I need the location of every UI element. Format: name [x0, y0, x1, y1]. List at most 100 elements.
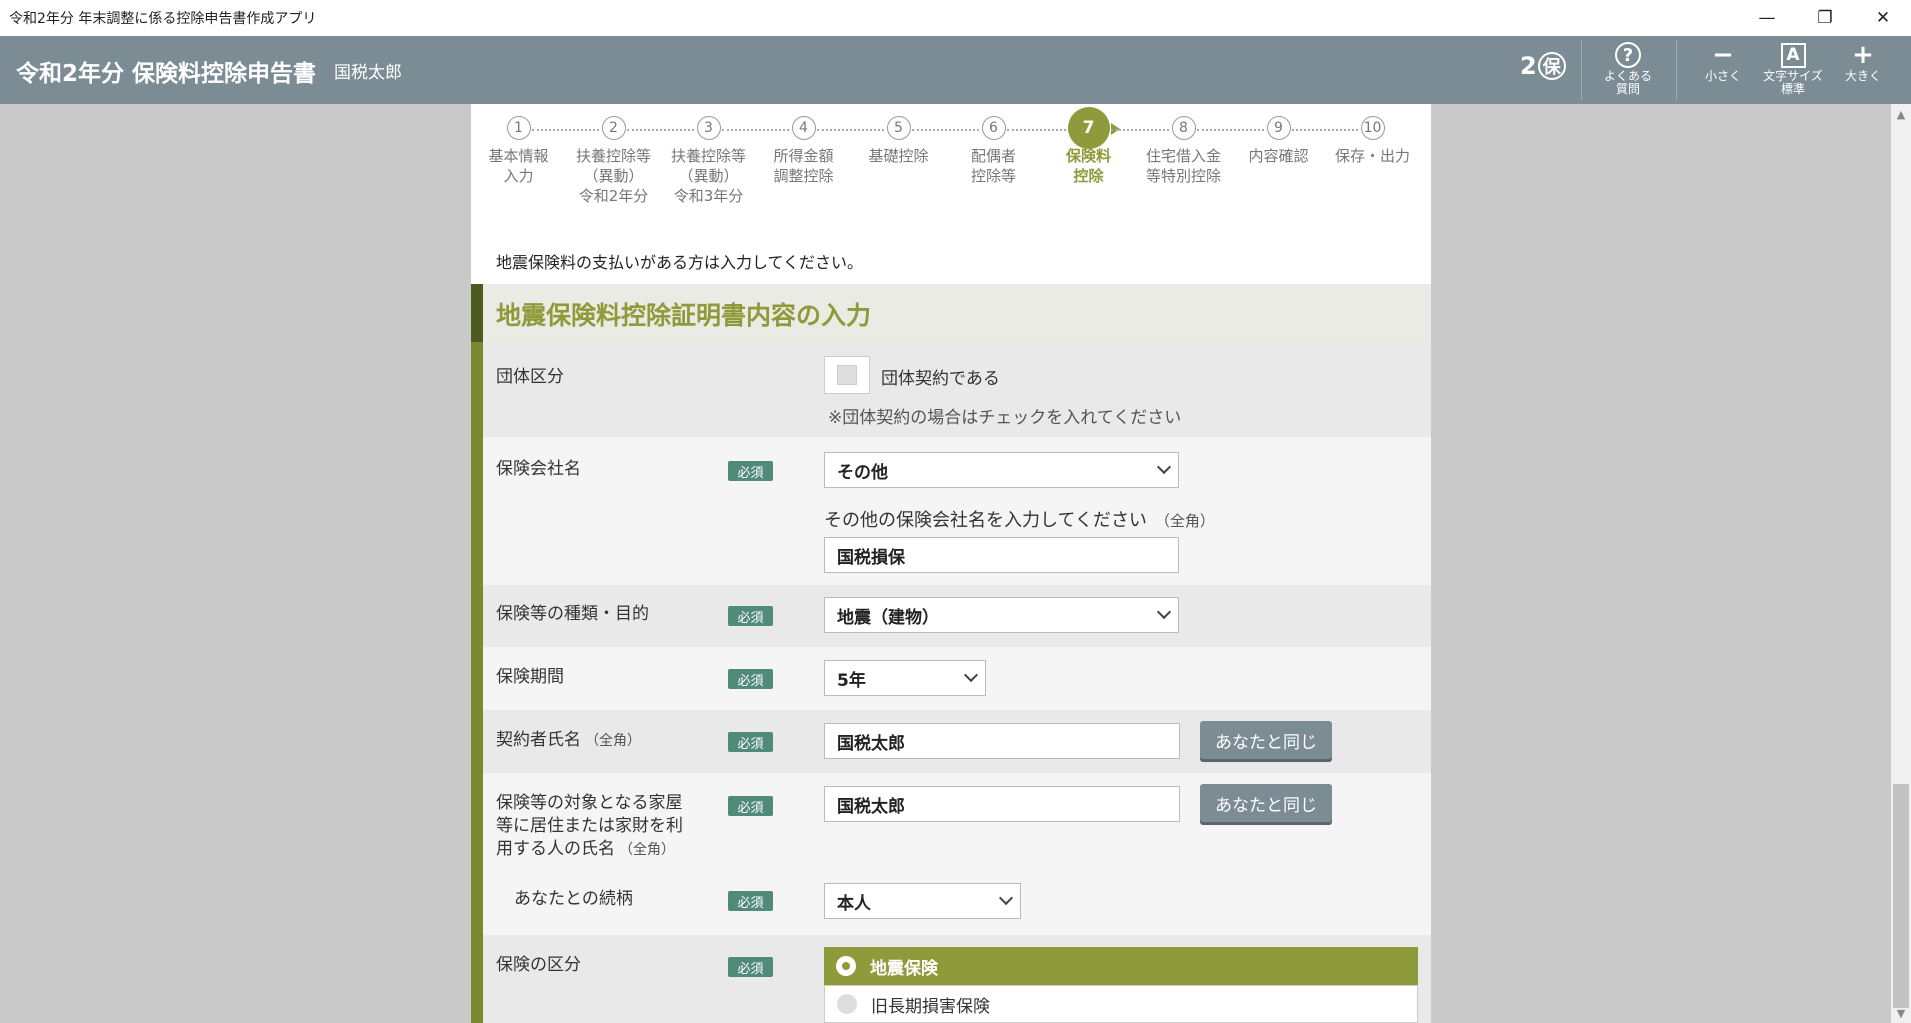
- same-as-you-button[interactable]: あなたと同じ: [1200, 721, 1332, 759]
- step-6[interactable]: 6 配偶者 控除等: [946, 116, 1041, 186]
- earthquake-form-section: 地震保険料控除証明書内容の入力 団体区分 団体契約である ※団体契約の場合はチェ…: [471, 284, 1431, 1023]
- group-label: 団体区分: [496, 367, 564, 387]
- other-company-input[interactable]: 国税損保: [824, 537, 1179, 573]
- group-note: ※団体契約の場合はチェックを入れてください: [828, 408, 1182, 428]
- required-badge: 必須: [728, 606, 773, 626]
- question-icon: ?: [1615, 42, 1641, 68]
- same-as-you-button[interactable]: あなたと同じ: [1200, 784, 1332, 822]
- step-connector: [722, 129, 789, 131]
- step-label: 内容確認: [1248, 147, 1309, 165]
- step-label: 所得金額 調整控除: [773, 147, 834, 185]
- badge-icon: 保: [1537, 52, 1566, 80]
- radio-unselected-icon: [837, 994, 857, 1014]
- window-title: 令和2年分 年末調整に係る控除申告書作成アプリ: [9, 11, 317, 27]
- relation-select[interactable]: 本人: [824, 883, 1021, 919]
- radio-old-long-term-insurance[interactable]: 旧長期損害保険: [824, 985, 1418, 1023]
- insurance-type-select[interactable]: 地震（建物）: [824, 597, 1179, 633]
- required-badge: 必須: [728, 796, 773, 816]
- contractor-name-value: 国税太郎: [837, 733, 905, 754]
- fullwidth-hint: （全角）: [1154, 512, 1215, 530]
- radio-label: 地震保険: [870, 958, 938, 979]
- badge-number: 2: [1520, 52, 1537, 80]
- step-number: 7: [1067, 107, 1110, 149]
- step-7[interactable]: 7 保険料 控除: [1041, 107, 1136, 186]
- font-larger-button[interactable]: + 大きく: [1828, 40, 1898, 100]
- radio-earthquake-insurance[interactable]: 地震保険: [824, 947, 1418, 985]
- fontsize-label: 文字サイズ 標準: [1763, 69, 1823, 96]
- step-label: 住宅借入金 等特別控除: [1145, 147, 1221, 185]
- step-label: 基本情報 入力: [488, 147, 549, 185]
- company-select[interactable]: その他: [824, 452, 1179, 488]
- intro-text: 地震保険料の支払いがある方は入力してください。: [496, 253, 864, 272]
- insurance-type-label: 保険等の種類・目的: [496, 604, 649, 624]
- step-connector: [817, 129, 884, 131]
- step-number: 9: [1266, 116, 1291, 140]
- font-size-standard-button[interactable]: A 文字サイズ 標準: [1758, 40, 1828, 100]
- restore-button[interactable]: ❐: [1797, 0, 1853, 36]
- step-5[interactable]: 5 基礎控除: [851, 116, 946, 166]
- step-9[interactable]: 9 内容確認: [1231, 116, 1326, 166]
- chevron-down-icon: [1156, 604, 1172, 620]
- group-contract-checkbox[interactable]: [824, 356, 870, 394]
- close-button[interactable]: ✕: [1855, 0, 1911, 36]
- company-label: 保険会社名: [496, 459, 581, 479]
- smaller-label: 小さく: [1704, 69, 1741, 83]
- radio-label: 旧長期損害保険: [871, 996, 990, 1017]
- radio-selected-icon: [836, 956, 856, 976]
- insurance-period-select[interactable]: 5年: [824, 660, 986, 696]
- step-connector: [1292, 129, 1358, 131]
- insurance-type-row: 保険等の種類・目的 必須 地震（建物）: [483, 585, 1431, 647]
- user-name: 国税太郎: [334, 63, 402, 83]
- resident-name-input[interactable]: 国税太郎: [824, 786, 1180, 822]
- scroll-down-icon[interactable]: ▼: [1891, 1004, 1911, 1022]
- resident-row: 保険等の対象となる家屋 等に居住または家財を利 用する人の氏名 （全角） 必須 国…: [483, 773, 1431, 935]
- step-connector: [1102, 129, 1169, 131]
- chevron-down-icon: [1156, 459, 1172, 475]
- step-10[interactable]: 10 保存・出力: [1325, 116, 1420, 166]
- minimize-button[interactable]: —: [1739, 0, 1795, 36]
- step-progress: 1 基本情報 入力 2 扶養控除等 （異動） 令和2年分 3 扶養控除等 （異動） 令和3…: [471, 104, 1431, 224]
- step-label: 扶養控除等 （異動） 令和3年分: [670, 147, 746, 205]
- minus-icon: −: [1712, 39, 1734, 70]
- company-row: 保険会社名 必須 その他 その他の保険会社名を入力してください （全角） 国税損保: [483, 437, 1431, 585]
- insurance-period-value: 5年: [837, 670, 866, 691]
- main-panel: 1 基本情報 入力 2 扶養控除等 （異動） 令和2年分 3 扶養控除等 （異動） 令和3…: [471, 104, 1431, 1023]
- step-connector: [912, 129, 979, 131]
- relation-value: 本人: [837, 893, 871, 914]
- relation-label: あなたとの続柄: [514, 889, 633, 909]
- group-row: 団体区分 団体契約である ※団体契約の場合はチェックを入れてください: [483, 342, 1431, 437]
- company-select-value: その他: [837, 462, 888, 483]
- step-label: 基礎控除: [868, 147, 929, 165]
- required-badge: 必須: [728, 891, 773, 911]
- section-accent-bar: [471, 284, 483, 1023]
- insurance-period-label: 保険期間: [496, 667, 564, 687]
- faq-button[interactable]: ? よくある 質問: [1593, 40, 1663, 100]
- section-accent-bar-top: [471, 284, 483, 342]
- other-company-value: 国税損保: [837, 547, 905, 568]
- form-badge: 2 保: [1520, 52, 1566, 80]
- step-label: 保険料 控除: [1065, 147, 1111, 185]
- step-connector: [627, 129, 694, 131]
- step-4[interactable]: 4 所得金額 調整控除: [756, 116, 851, 186]
- resident-name-value: 国税太郎: [837, 796, 905, 817]
- font-smaller-button[interactable]: − 小さく: [1688, 40, 1758, 100]
- step-number: 3: [696, 116, 721, 140]
- scroll-up-icon[interactable]: ▲: [1891, 105, 1911, 123]
- header-divider: [1676, 40, 1677, 100]
- required-badge: 必須: [728, 669, 773, 689]
- faq-label: よくある 質問: [1603, 69, 1652, 96]
- step-connector: [1197, 129, 1264, 131]
- scrollbar-thumb[interactable]: [1893, 784, 1909, 1008]
- other-company-prompt: その他の保険会社名を入力してください （全角）: [824, 506, 1215, 532]
- insurance-category-row: 保険の区分 必須 地震保険 旧長期損害保険: [483, 935, 1431, 1023]
- app-header: 令和2年分 保険料控除申告書 国税太郎 2 保 ? よくある 質問 − 小さく …: [0, 36, 1911, 104]
- contractor-name-input[interactable]: 国税太郎: [824, 723, 1180, 759]
- step-8[interactable]: 8 住宅借入金 等特別控除: [1136, 116, 1231, 186]
- section-header: 地震保険料控除証明書内容の入力: [483, 284, 1431, 342]
- insurance-type-value: 地震（建物）: [837, 607, 939, 628]
- required-badge: 必須: [728, 957, 773, 977]
- step-1[interactable]: 1 基本情報 入力: [471, 116, 566, 186]
- step-number: 1: [506, 116, 531, 140]
- step-number: 8: [1171, 116, 1196, 140]
- step-connector: [1007, 129, 1074, 131]
